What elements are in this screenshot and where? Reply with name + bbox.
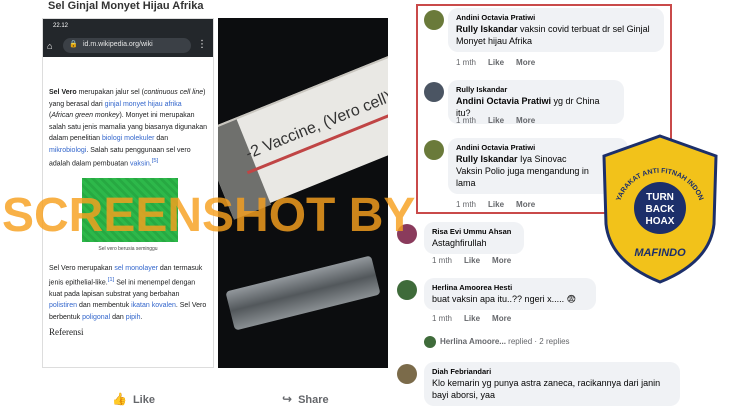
avatar[interactable] xyxy=(424,82,444,102)
comment-author[interactable]: Andini Octavia Pratiwi xyxy=(456,142,620,153)
comment-text-line2: Vaksin Polio juga mengandung in xyxy=(456,166,589,176)
image-caption: Sel vero berusia seminggu xyxy=(98,245,158,252)
comment-like[interactable]: Like xyxy=(464,314,480,323)
comment-like[interactable]: Like xyxy=(464,256,480,265)
avatar[interactable] xyxy=(424,140,444,160)
comment-tag[interactable]: Andini Octavia Pratiwi xyxy=(456,96,551,106)
status-time: 22.12 xyxy=(53,23,69,29)
share-icon: ↪ xyxy=(282,392,293,406)
comment-more[interactable]: More xyxy=(516,200,535,209)
comment-author[interactable]: Rully Iskandar xyxy=(456,84,616,95)
comment-tag[interactable]: Rully Iskandar xyxy=(456,24,518,34)
badge-line2: BACK xyxy=(646,204,676,215)
badge-line1: TURN xyxy=(646,192,674,203)
mafindo-badge-icon: MASYARAKAT ANTI FITNAH INDONESIA TURN BA… xyxy=(598,132,718,284)
lock-icon: 🔒 xyxy=(69,41,78,48)
avatar[interactable] xyxy=(397,280,417,300)
comment-text: Rully Iskandar vaksin covid terbuat dr s… xyxy=(456,24,650,46)
thumbs-up-icon: 👍 xyxy=(112,392,127,406)
comment-bubble: Andini Octavia Pratiwi Rully Iskandar va… xyxy=(448,8,664,52)
home-icon: ⌂ xyxy=(47,41,53,51)
url-text: id.m.wikipedia.org/wiki xyxy=(83,41,153,48)
badge-bottom: MAFINDO xyxy=(634,247,686,259)
avatar[interactable] xyxy=(424,10,444,30)
comment-meta: 1 mth Like More xyxy=(456,200,536,209)
comment-author[interactable]: Risa Evi Ummu Ahsan xyxy=(432,226,516,237)
comment-like[interactable]: Like xyxy=(488,116,504,125)
references-heading: Referensi xyxy=(49,327,84,338)
watermark: SCREENSHOT BY xyxy=(2,189,416,242)
comment-author[interactable]: Diah Febriandari xyxy=(432,366,672,377)
comment-tag[interactable]: Rully Iskandar xyxy=(456,154,518,164)
comment-author[interactable]: Andini Octavia Pratiwi xyxy=(456,12,656,23)
like-button[interactable]: 👍 Like xyxy=(112,392,155,406)
comment-text: buat vaksin apa itu..?? ngeri x..... 😨 xyxy=(432,294,576,304)
comment-more[interactable]: More xyxy=(516,116,535,125)
comment-text: Rully Iskandar Iya Sinovac xyxy=(456,154,567,164)
comment-like[interactable]: Like xyxy=(488,200,504,209)
comment-meta: 1 mth Like More xyxy=(456,58,536,67)
badge-line3: HOAX xyxy=(646,216,675,227)
url-bar: 🔒 id.m.wikipedia.org/wiki xyxy=(63,38,191,53)
comment-bubble: Herlina Amoorea Hesti buat vaksin apa it… xyxy=(424,278,596,310)
comment-more[interactable]: More xyxy=(492,314,511,323)
paragraph-2: Sel Vero merupakan sel monolayer dan ter… xyxy=(49,265,207,321)
browser-bar: 22.12 ⌂ 🔒 id.m.wikipedia.org/wiki ⋮ xyxy=(43,19,213,57)
comment-text: Astaghfirullah xyxy=(432,238,487,248)
comment-more[interactable]: More xyxy=(516,58,535,67)
menu-icon: ⋮ xyxy=(197,39,207,50)
comment-text: Klo kemarin yg punya astra zaneca, racik… xyxy=(432,378,661,400)
comment-text-line3: lama xyxy=(456,178,476,188)
syringe xyxy=(225,255,381,331)
share-label: Share xyxy=(298,394,329,406)
paragraph-1: Sel Vero merupakan jalur sel (continuous… xyxy=(49,89,207,168)
avatar xyxy=(424,336,436,348)
comment-meta: 1 mth Like More xyxy=(432,314,512,323)
comment-bubble: Diah Febriandari Klo kemarin yg punya as… xyxy=(424,362,680,406)
comment-more[interactable]: More xyxy=(492,256,511,265)
replies-summary[interactable]: Herlina Amoore... replied · 2 replies xyxy=(424,336,582,348)
comment-author[interactable]: Herlina Amoorea Hesti xyxy=(432,282,588,293)
scared-emoji: 😨 xyxy=(566,294,576,304)
share-button[interactable]: ↪ Share xyxy=(282,392,329,406)
avatar[interactable] xyxy=(397,364,417,384)
post-title: Sel Ginjal Monyet Hijau Afrika xyxy=(48,0,204,12)
comment-like[interactable]: Like xyxy=(488,58,504,67)
like-label: Like xyxy=(132,394,155,406)
comment-bubble: Risa Evi Ummu Ahsan Astaghfirullah xyxy=(424,222,524,254)
comment-meta: 1 mth Like More xyxy=(456,116,536,125)
comment-meta: 1 mth Like More xyxy=(432,256,512,265)
